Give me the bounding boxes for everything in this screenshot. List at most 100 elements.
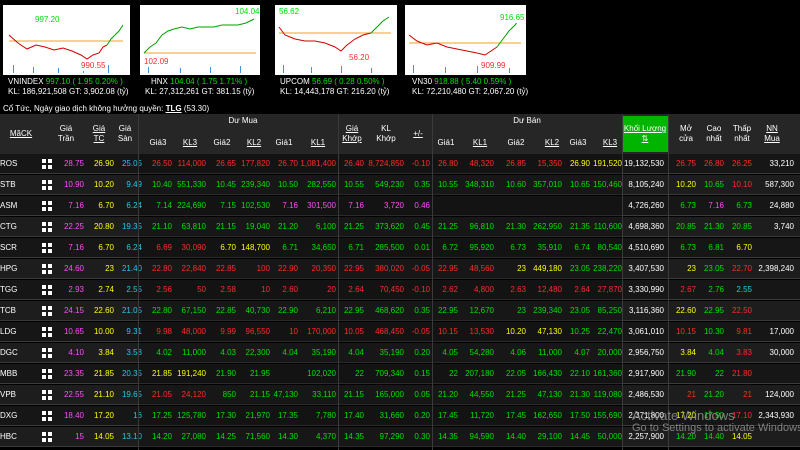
cell-thap: 6.73 — [736, 201, 752, 210]
col-sell-gia1: Giá1 — [437, 138, 455, 147]
table-row[interactable]: STB 10.90 10.20 9.49 10.40 551,330 10.45 239,34… — [0, 175, 800, 195]
cell-bk1: 20 — [327, 285, 336, 294]
detail-grid-icon[interactable] — [42, 306, 52, 316]
cell-nn: 30,000 — [769, 348, 794, 357]
table-row[interactable]: VPB 22.55 21.10 19.65 21.05 24,120 850 21.15 47,… — [0, 385, 800, 405]
col-kl-khop: KL Khớp — [376, 124, 396, 143]
row-symbol[interactable]: DGC — [0, 343, 30, 363]
sort-icon[interactable]: ⇅ — [622, 134, 668, 144]
detail-grid-icon[interactable] — [42, 411, 52, 421]
detail-grid-icon[interactable] — [42, 264, 52, 274]
cell-bk2: 21.95 — [249, 369, 270, 378]
cell-pm: 0.35 — [414, 306, 430, 315]
cell-a2: 14.40 — [505, 432, 526, 441]
col-gia-khop[interactable]: Giá Khớp — [340, 124, 364, 144]
cell-gk: 26.40 — [343, 159, 364, 168]
col-sell-kl2[interactable]: KL2 — [540, 138, 564, 148]
cell-b3: 22.80 — [151, 264, 172, 273]
detail-grid-icon[interactable] — [42, 159, 52, 169]
table-row[interactable]: ROS 28.75 26.90 25.05 26.50 114,000 26.65 177,8… — [0, 154, 800, 174]
cell-cao: 23.05 — [703, 264, 724, 273]
index-pct: 1.71% ) — [219, 77, 248, 86]
col-sell-kl3[interactable]: KL3 — [598, 138, 622, 148]
cell-a1: 4.05 — [442, 348, 458, 357]
row-symbol[interactable]: HBC — [0, 427, 30, 447]
row-symbol[interactable]: TCB — [0, 301, 30, 321]
row-symbol[interactable]: STB — [0, 175, 30, 195]
table-row[interactable]: DGC 4.10 3.84 3.58 4.02 11,000 4.03 22,300 4.04 3… — [0, 343, 800, 363]
detail-grid-icon[interactable] — [42, 369, 52, 379]
index-vnindex[interactable]: 997.20 990.55 VNINDEX 997.10 ( 1.95 0.20… — [0, 0, 135, 100]
detail-grid-icon[interactable] — [42, 180, 52, 190]
detail-grid-icon[interactable] — [42, 327, 52, 337]
cell-nn: 3,740 — [773, 222, 794, 231]
detail-grid-icon[interactable] — [42, 285, 52, 295]
detail-grid-icon[interactable] — [42, 348, 52, 358]
cell-b2: 850 — [222, 390, 236, 399]
row-symbol[interactable]: CTG — [0, 217, 30, 237]
detail-grid-icon[interactable] — [42, 243, 52, 253]
col-gia-tc[interactable]: Giá TC — [89, 124, 109, 144]
cell-b2: 21.90 — [215, 369, 236, 378]
cell-b3: 9.98 — [156, 327, 172, 336]
row-symbol[interactable]: LDG — [0, 322, 30, 342]
cell-a2: 23 — [517, 306, 526, 315]
col-gia-san: Giá Sàn — [117, 124, 133, 143]
col-buy-kl3[interactable]: KL3 — [178, 138, 202, 148]
table-row[interactable]: SCR 7.16 6.70 6.24 6.69 30,090 6.70 148,700 6.71… — [0, 238, 800, 258]
cell-a3: 26.90 — [569, 159, 590, 168]
cell-ak2: 262,950 — [533, 222, 562, 231]
detail-grid-icon[interactable] — [42, 201, 52, 211]
col-cao-nhat: Cao nhất — [706, 124, 722, 143]
cell-tran: 15 — [75, 432, 84, 441]
cell-pm: 0.46 — [414, 201, 430, 210]
detail-grid-icon[interactable] — [42, 432, 52, 442]
detail-grid-icon[interactable] — [42, 222, 52, 232]
col-nn-mua[interactable]: NN Mua — [762, 124, 782, 144]
cell-gk: 2.64 — [348, 285, 364, 294]
cell-thap: 20.85 — [731, 222, 752, 231]
cell-klk: 31,660 — [379, 411, 404, 420]
table-row[interactable]: TGG 2.93 2.74 2.55 2.56 50 2.58 10 2.60 20 2.64 70,… — [0, 280, 800, 300]
col-plus-minus[interactable]: +/- — [410, 129, 426, 139]
row-symbol[interactable]: HPG — [0, 259, 30, 279]
table-row[interactable]: MBB 23.35 21.85 20.35 21.85 191,240 21.90 21.95… — [0, 364, 800, 384]
row-symbol[interactable]: TGG — [0, 280, 30, 300]
col-ma-ck[interactable]: MãCK — [6, 129, 36, 139]
table-row[interactable]: HPG 24.60 23 21.40 22.80 22,840 22.85 100 22.90 2… — [0, 259, 800, 279]
table-row[interactable]: TCB 24.15 22.60 21.05 22.80 67,150 22.85 40,730… — [0, 301, 800, 321]
cell-tkl: 8,105,240 — [628, 180, 664, 189]
col-buy-kl2[interactable]: KL2 — [242, 138, 266, 148]
col-sell-kl1[interactable]: KL1 — [468, 138, 492, 148]
cell-a1: 21.20 — [437, 390, 458, 399]
cell-bk2: 40,730 — [245, 306, 270, 315]
cell-tc: 10.00 — [93, 327, 114, 336]
table-row[interactable]: ASM 7.16 6.70 6.24 7.14 224,690 7.15 102,530 7.1… — [0, 196, 800, 216]
col-buy-kl1[interactable]: KL1 — [306, 138, 330, 148]
index-vn30[interactable]: 916.65 909.99 VN30 918.88 ( 5.40 0.59% )… — [402, 0, 532, 100]
cell-gk: 17.40 — [343, 411, 364, 420]
cell-a2: 21.30 — [505, 222, 526, 231]
cell-a3: 21.35 — [569, 222, 590, 231]
row-symbol[interactable]: ROS — [0, 154, 30, 174]
index-kl: 27,312,261 — [159, 87, 200, 96]
row-symbol[interactable]: SCR — [0, 238, 30, 258]
note-code[interactable]: TLG — [166, 104, 182, 113]
table-row[interactable]: CTG 22.25 20.80 19.35 21.10 63,810 21.15 19,040… — [0, 217, 800, 237]
row-symbol[interactable]: MBB — [0, 364, 30, 384]
row-symbol[interactable]: ASM — [0, 196, 30, 216]
cell-thap: 9.81 — [736, 327, 752, 336]
index-hnx[interactable]: 104.04 102.09 HNX 104.04 ( 1.75 1.71% ) … — [137, 0, 272, 100]
index-upcom[interactable]: 56.62 56.20 UPCOM 56.69 ( 0.28 0.50% ) K… — [272, 0, 402, 100]
detail-grid-icon[interactable] — [42, 390, 52, 400]
col-khoi-luong[interactable]: Khối Lượng ⇅ — [622, 116, 668, 152]
row-symbol[interactable]: DXG — [0, 406, 30, 426]
cell-klk: 468,620 — [375, 306, 404, 315]
cell-a1 — [432, 196, 458, 216]
cell-nn: 24,880 — [769, 201, 794, 210]
row-symbol[interactable]: VPB — [0, 385, 30, 405]
index-gt: 2,067.20 — [483, 87, 515, 96]
cell-ak1: 12,670 — [469, 306, 494, 315]
cell-tkl: 2,486,530 — [628, 390, 664, 399]
table-row[interactable]: LDG 10.65 10.00 9.31 9.98 48,000 9.99 96,550 10 1… — [0, 322, 800, 342]
